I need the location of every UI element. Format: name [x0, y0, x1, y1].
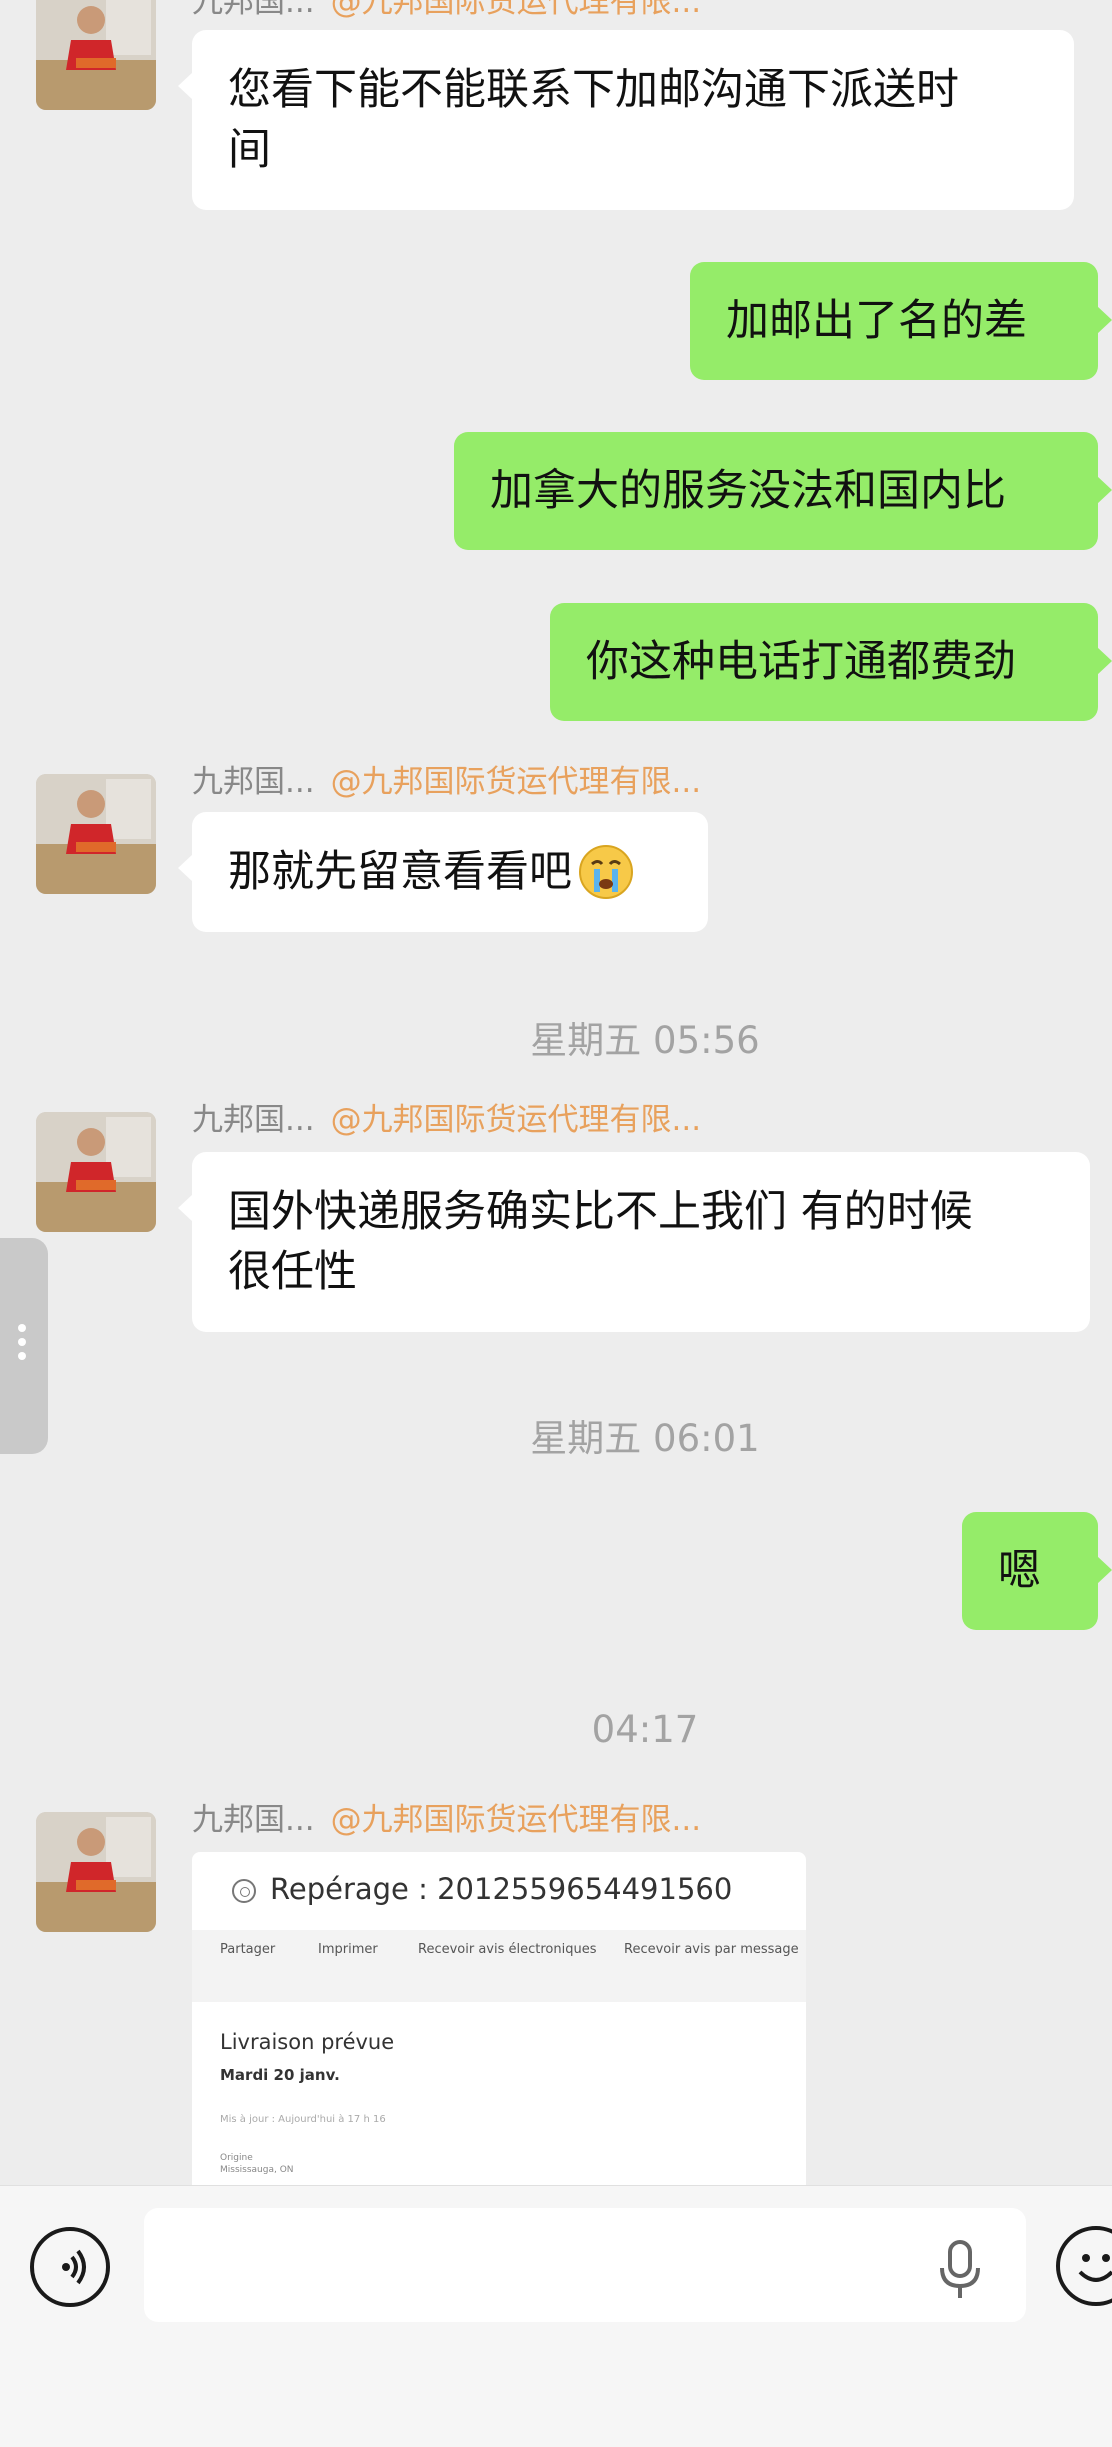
message-text: 那就先留意看看吧 — [228, 847, 572, 897]
message-input[interactable] — [144, 2208, 1026, 2322]
tracking-actions-bar: Partager Imprimer Recevoir avis électron… — [192, 1930, 806, 2002]
updated-note: Mis à jour : Aujourd'hui à 17 h 16 — [220, 2114, 386, 2125]
input-bar — [0, 2185, 1112, 2447]
image-message[interactable]: Repérage : 2012559654491560 Partager Imp… — [192, 1852, 806, 2185]
contact-avatar[interactable] — [36, 774, 156, 894]
outgoing-message-bubble[interactable]: 嗯 — [962, 1512, 1112, 1630]
contact-avatar[interactable] — [36, 1812, 156, 1932]
sender-name: 九邦国... @九邦国际货运代理有限... — [192, 764, 702, 800]
delivery-heading: Livraison prévue — [220, 2030, 395, 2054]
timestamp: 04:17 — [591, 1708, 699, 1751]
outgoing-message-bubble[interactable]: 加拿大的服务没法和国内比 — [454, 432, 1112, 550]
incoming-message-bubble[interactable]: 您看下能不能联系下加邮沟通下派送时 间 — [178, 30, 1074, 210]
tracking-icon — [232, 1879, 256, 1903]
microphone-icon[interactable] — [934, 2240, 986, 2300]
timestamp: 星期五 06:01 — [530, 1417, 760, 1460]
more-dots-icon — [18, 1324, 26, 1366]
chat-message-list[interactable]: 九邦国... @九邦国际货运代理有限... 您看下能不能联系下加邮沟通下派送时 间… — [0, 0, 1112, 2185]
incoming-message-bubble[interactable]: 国外快递服务确实比不上我们 有的时候 很任性 — [178, 1152, 1090, 1332]
emoji-smile-icon[interactable] — [1056, 2226, 1112, 2306]
contact-avatar[interactable] — [36, 0, 156, 110]
sender-name: 九邦国... @九邦国际货运代理有限... — [192, 1102, 702, 1138]
crying-face-icon — [579, 845, 633, 899]
incoming-message-bubble[interactable]: 那就先留意看看吧 — [178, 812, 708, 932]
sender-name: 九邦国... @九邦国际货运代理有限... — [192, 0, 702, 20]
share-action: Partager — [220, 1942, 276, 1957]
sms-notify-action: Recevoir avis par message — [624, 1942, 799, 1957]
email-notify-action: Recevoir avis électroniques — [418, 1942, 597, 1957]
outgoing-message-bubble[interactable]: 你这种电话打通都费劲 — [550, 603, 1112, 721]
floating-side-tab[interactable] — [0, 1238, 48, 1454]
timestamp: 星期五 05:56 — [530, 1019, 760, 1062]
tracking-header: Repérage : 2012559654491560 — [232, 1872, 732, 1906]
contact-avatar[interactable] — [36, 1112, 156, 1232]
sender-name: 九邦国... @九邦国际货运代理有限... — [192, 1802, 702, 1838]
delivery-date: Mardi 20 janv. — [220, 2066, 340, 2084]
voice-mode-icon[interactable] — [30, 2227, 110, 2307]
origin-block: Origine Mississauga, ON — [220, 2153, 294, 2175]
outgoing-message-bubble[interactable]: 加邮出了名的差 — [690, 262, 1112, 380]
print-action: Imprimer — [318, 1942, 378, 1957]
